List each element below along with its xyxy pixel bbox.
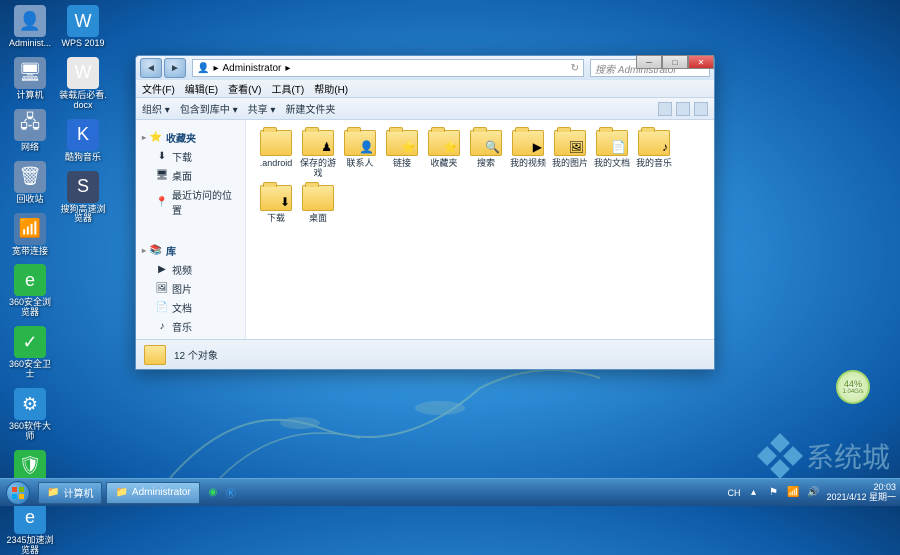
folder-item[interactable]: .android <box>256 130 296 179</box>
help-button[interactable] <box>694 102 708 116</box>
desktop-icon[interactable]: WWPS 2019 <box>59 5 107 49</box>
taskbar: 📁计算机📁Administrator ◉ Ⓚ CH ▴ ⚑ 📶 🔊 20:03 … <box>0 478 900 506</box>
folder-content[interactable]: .android♟保存的游戏👤联系人⭐链接⭐收藏夹🔍搜索▶我的视频🖼我的图片📄我… <box>246 120 714 339</box>
pinned-app-icon[interactable]: Ⓚ <box>224 486 238 500</box>
new-folder-button[interactable]: 新建文件夹 <box>285 101 335 116</box>
minimize-button[interactable]: ─ <box>636 55 662 69</box>
tray-clock[interactable]: 20:03 2021/4/12 星期一 <box>826 483 896 503</box>
tray-volume-icon[interactable]: 🔊 <box>806 486 820 500</box>
tray-chevron-icon[interactable]: ▴ <box>746 486 760 500</box>
sidebar-group-header[interactable]: ▸⭐收藏夹 <box>136 128 245 147</box>
refresh-icon[interactable]: ↻ <box>571 63 579 74</box>
desktop-icon[interactable]: 🖥计算机 <box>6 57 54 101</box>
desktop-icon[interactable]: ⚙360软件大师 <box>6 388 54 442</box>
sidebar-item[interactable]: 📄文档 <box>136 298 245 317</box>
badge-pct: 44% <box>844 379 862 389</box>
folder-item[interactable]: 🖼我的图片 <box>550 130 590 179</box>
desktop-icon[interactable]: W装载后必看.docx <box>59 57 107 111</box>
sidebar-item[interactable]: ⬇下载 <box>136 147 245 166</box>
view-options-button[interactable] <box>658 102 672 116</box>
desktop-icon[interactable]: S搜狗高速浏览器 <box>59 171 107 225</box>
menu-item[interactable]: 查看(V) <box>228 81 261 96</box>
sidebar-item[interactable]: 🖼图片 <box>136 279 245 298</box>
include-in-library-button[interactable]: 包含到库中 ▾ <box>180 101 238 116</box>
nav-back-button[interactable]: ◄ <box>140 58 162 78</box>
status-object-count: 12 个对象 <box>174 347 218 362</box>
taskbar-item[interactable]: 📁计算机 <box>38 482 102 504</box>
desktop-icon[interactable]: 🗑回收站 <box>6 161 54 205</box>
sidebar-group-header[interactable]: ▸📚库 <box>136 241 245 260</box>
address-path: Administrator <box>222 63 281 74</box>
tray-network-icon[interactable]: 📶 <box>786 486 800 500</box>
status-folder-icon <box>144 345 166 365</box>
menu-item[interactable]: 文件(F) <box>142 81 175 96</box>
badge-sub: 1.04G/s <box>842 389 863 395</box>
folder-item[interactable]: ♟保存的游戏 <box>298 130 338 179</box>
tray-date: 2021/4/12 星期一 <box>826 493 896 503</box>
folder-item[interactable]: 📄我的文档 <box>592 130 632 179</box>
desktop-icon[interactable]: 🖧网络 <box>6 109 54 153</box>
desktop-icon[interactable]: e360安全浏览器 <box>6 264 54 318</box>
user-folder-icon: 👤 <box>197 63 209 74</box>
titlebar[interactable]: ◄ ► 👤 ▸ Administrator ▸ ↻ 搜索 Administrat… <box>136 56 714 80</box>
explorer-window: ─ □ ✕ ◄ ► 👤 ▸ Administrator ▸ ↻ 搜索 Admin… <box>135 55 715 370</box>
preview-pane-button[interactable] <box>676 102 690 116</box>
sidebar-item[interactable]: 📍最近访问的位置 <box>136 185 245 219</box>
sidebar-item[interactable]: ♪音乐 <box>136 317 245 336</box>
folder-item[interactable]: 桌面 <box>298 185 338 224</box>
speed-badge[interactable]: 44% 1.04G/s <box>836 370 870 404</box>
start-button[interactable] <box>0 479 36 507</box>
address-bar[interactable]: 👤 ▸ Administrator ▸ ↻ <box>192 59 584 77</box>
folder-item[interactable]: ▶我的视频 <box>508 130 548 179</box>
folder-item[interactable]: 👤联系人 <box>340 130 380 179</box>
maximize-button[interactable]: □ <box>662 55 688 69</box>
system-tray: CH ▴ ⚑ 📶 🔊 20:03 2021/4/12 星期一 <box>727 483 900 503</box>
menu-bar: 文件(F) 编辑(E) 查看(V) 工具(T) 帮助(H) <box>136 80 714 98</box>
close-button[interactable]: ✕ <box>688 55 714 69</box>
tray-shield-icon[interactable]: ⚑ <box>766 486 780 500</box>
share-button[interactable]: 共享 ▾ <box>248 101 276 116</box>
pinned-app-icon[interactable]: ◉ <box>206 486 220 500</box>
folder-item[interactable]: ♪我的音乐 <box>634 130 674 179</box>
desktop-icon[interactable]: e2345加速浏览器 <box>6 502 54 555</box>
navigation-pane: ▸⭐收藏夹⬇下载🖥桌面📍最近访问的位置▸📚库▶视频🖼图片📄文档♪音乐▸🖥计算机▸… <box>136 120 246 339</box>
status-bar: 12 个对象 <box>136 339 714 369</box>
menu-item[interactable]: 编辑(E) <box>185 81 218 96</box>
folder-item[interactable]: ⬇下载 <box>256 185 296 224</box>
desktop-icon[interactable]: ✓360安全卫士 <box>6 326 54 380</box>
menu-item[interactable]: 帮助(H) <box>314 81 348 96</box>
watermark: 系统城 XITONGCHENG.COM <box>760 436 890 476</box>
organize-button[interactable]: 组织 ▾ <box>142 101 170 116</box>
taskbar-item[interactable]: 📁Administrator <box>106 482 199 504</box>
tray-lang-indicator[interactable]: CH <box>727 488 740 498</box>
folder-item[interactable]: ⭐收藏夹 <box>424 130 464 179</box>
desktop-icon[interactable]: 📶宽带连接 <box>6 213 54 257</box>
folder-item[interactable]: 🔍搜索 <box>466 130 506 179</box>
sidebar-item[interactable]: ▶视频 <box>136 260 245 279</box>
folder-item[interactable]: ⭐链接 <box>382 130 422 179</box>
address-arrow: ▸ <box>285 63 290 74</box>
nav-forward-button[interactable]: ► <box>164 58 186 78</box>
sidebar-item[interactable]: 🖥桌面 <box>136 166 245 185</box>
menu-item[interactable]: 工具(T) <box>271 81 304 96</box>
watermark-text: 系统城 <box>806 436 890 476</box>
desktop-icon[interactable]: 👤Administ... <box>6 5 54 49</box>
address-arrow: ▸ <box>213 63 218 74</box>
desktop-icon[interactable]: K酷狗音乐 <box>59 119 107 163</box>
toolbar: 组织 ▾ 包含到库中 ▾ 共享 ▾ 新建文件夹 <box>136 98 714 120</box>
